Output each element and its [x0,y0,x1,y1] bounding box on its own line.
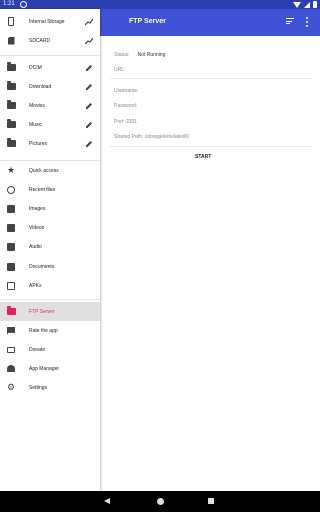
more-options-icon[interactable] [305,17,309,27]
drawer-item-app-manager[interactable]: App Manager [0,359,100,378]
edit-icon[interactable] [85,102,93,110]
image-icon [6,204,16,214]
drawer-item-label: Videos [29,224,45,231]
divider [110,78,312,79]
drawer-item-label: Pictures [29,140,48,147]
chart-icon[interactable] [85,37,93,45]
ftp-folder-icon [6,306,16,317]
drawer-item-label: App Manager [29,365,60,372]
drawer-item-label: Audio [29,243,42,250]
drawer-item-music[interactable]: Music [0,115,100,134]
drawer-item-audio[interactable]: Audio [0,237,100,256]
username-row: Username: [114,88,138,94]
drawer-item-label: SDCARD [29,37,51,44]
drawer-item-label: Music [29,121,43,128]
drawer-item-label: APKs [29,282,42,289]
wifi-icon [293,1,301,8]
drawer-item-ftp-server[interactable]: FTP Server [0,302,100,321]
apk-icon [6,281,16,291]
start-button[interactable]: START [195,154,211,160]
drawer-item-label: Quick access [29,167,59,174]
folder-icon [6,81,16,92]
drawer-item-label: Settings [29,384,48,391]
folder-icon [6,100,16,111]
status-label: Status: [114,52,130,58]
drawer-item-apks[interactable]: APKs [0,276,100,295]
system-navigation-bar [0,491,320,512]
app-bar: FTP Server [100,9,320,36]
sort-icon[interactable] [286,18,294,26]
video-icon [6,223,16,233]
drawer-item-images[interactable]: Images [0,199,100,218]
drawer-item-settings[interactable]: ⚙ Settings [0,378,100,397]
gear-icon: ⚙ [6,382,16,392]
notification-icon [20,1,27,8]
shared-path-row: Shared Path: /storage/emulated/0 [114,134,189,140]
signal-icon [304,1,310,8]
page-title: FTP Server [129,18,166,25]
phone-icon [6,17,16,27]
drawer-item-label: FTP Server [29,308,55,315]
back-icon[interactable] [104,498,110,504]
status-value: Not Running [137,52,166,58]
star-icon: ★ [6,165,16,175]
status-bar: 1:21 [0,0,320,9]
password-label: Password: [114,103,138,109]
drawer-item-movies[interactable]: Movies [0,96,100,115]
drawer-item-label: Recent files [29,186,56,193]
history-icon [6,185,16,195]
status-icons [293,1,317,8]
folder-icon [6,119,16,130]
drawer-item-rate-the-app[interactable]: Rate the app [0,321,100,340]
divider [110,146,312,147]
navigation-drawer: Internal Storage SDCARD DCIM Download Mo… [0,9,100,491]
drawer-item-documents[interactable]: Documents [0,257,100,276]
folder-icon [6,138,16,149]
document-icon [6,262,16,272]
chart-icon[interactable] [85,18,93,26]
drawer-item-pictures[interactable]: Pictures [0,134,100,153]
drawer-item-internal-storage[interactable]: Internal Storage [0,12,100,31]
url-label: URL: [114,67,126,73]
url-row: URL: [114,67,125,73]
drawer-item-label: DCIM [29,64,42,71]
edit-icon[interactable] [85,83,93,91]
drawer-item-label: Documents [29,263,55,270]
drawer-item-label: Donate [29,346,46,353]
sd-card-icon [6,36,16,46]
drawer-item-label: Movies [29,102,45,109]
drawer-divider [0,299,100,300]
drawer-item-sdcard[interactable]: SDCARD [0,31,100,50]
audio-icon [6,242,16,252]
status-row: Status: Not Running [114,52,165,58]
port-label: Port: 2201 [114,119,138,125]
ftp-server-panel: Status: Not Running URL: Username: Passwo… [100,36,320,491]
folder-icon [6,62,16,73]
battery-icon [313,1,317,8]
status-time: 1:21 [3,1,15,7]
rate-icon [6,326,16,336]
port-row: Port: 2201 [114,119,137,125]
drawer-item-videos[interactable]: Videos [0,218,100,237]
drawer-item-recent-files[interactable]: Recent files [0,180,100,199]
password-row: Password: [114,103,137,109]
credit-card-icon [6,345,16,355]
drawer-item-label: Internal Storage [29,18,65,25]
drawer-item-quick-access[interactable]: ★ Quick access [0,161,100,180]
edit-icon[interactable] [85,64,93,72]
recent-apps-icon[interactable] [208,498,214,504]
drawer-item-label: Images [29,205,46,212]
drawer-divider [0,55,100,56]
drawer-item-label: Download [29,83,52,90]
drawer-item-donate[interactable]: Donate [0,340,100,359]
edit-icon[interactable] [85,140,93,148]
username-label: Username: [114,88,139,94]
shared-path-label: Shared Path: /storage/emulated/0 [114,134,189,140]
home-icon[interactable] [157,498,164,505]
drawer-item-download[interactable]: Download [0,77,100,96]
android-icon [6,364,16,374]
drawer-item-label: Rate the app [29,327,58,334]
edit-icon[interactable] [85,121,93,129]
drawer-item-dcim[interactable]: DCIM [0,58,100,77]
